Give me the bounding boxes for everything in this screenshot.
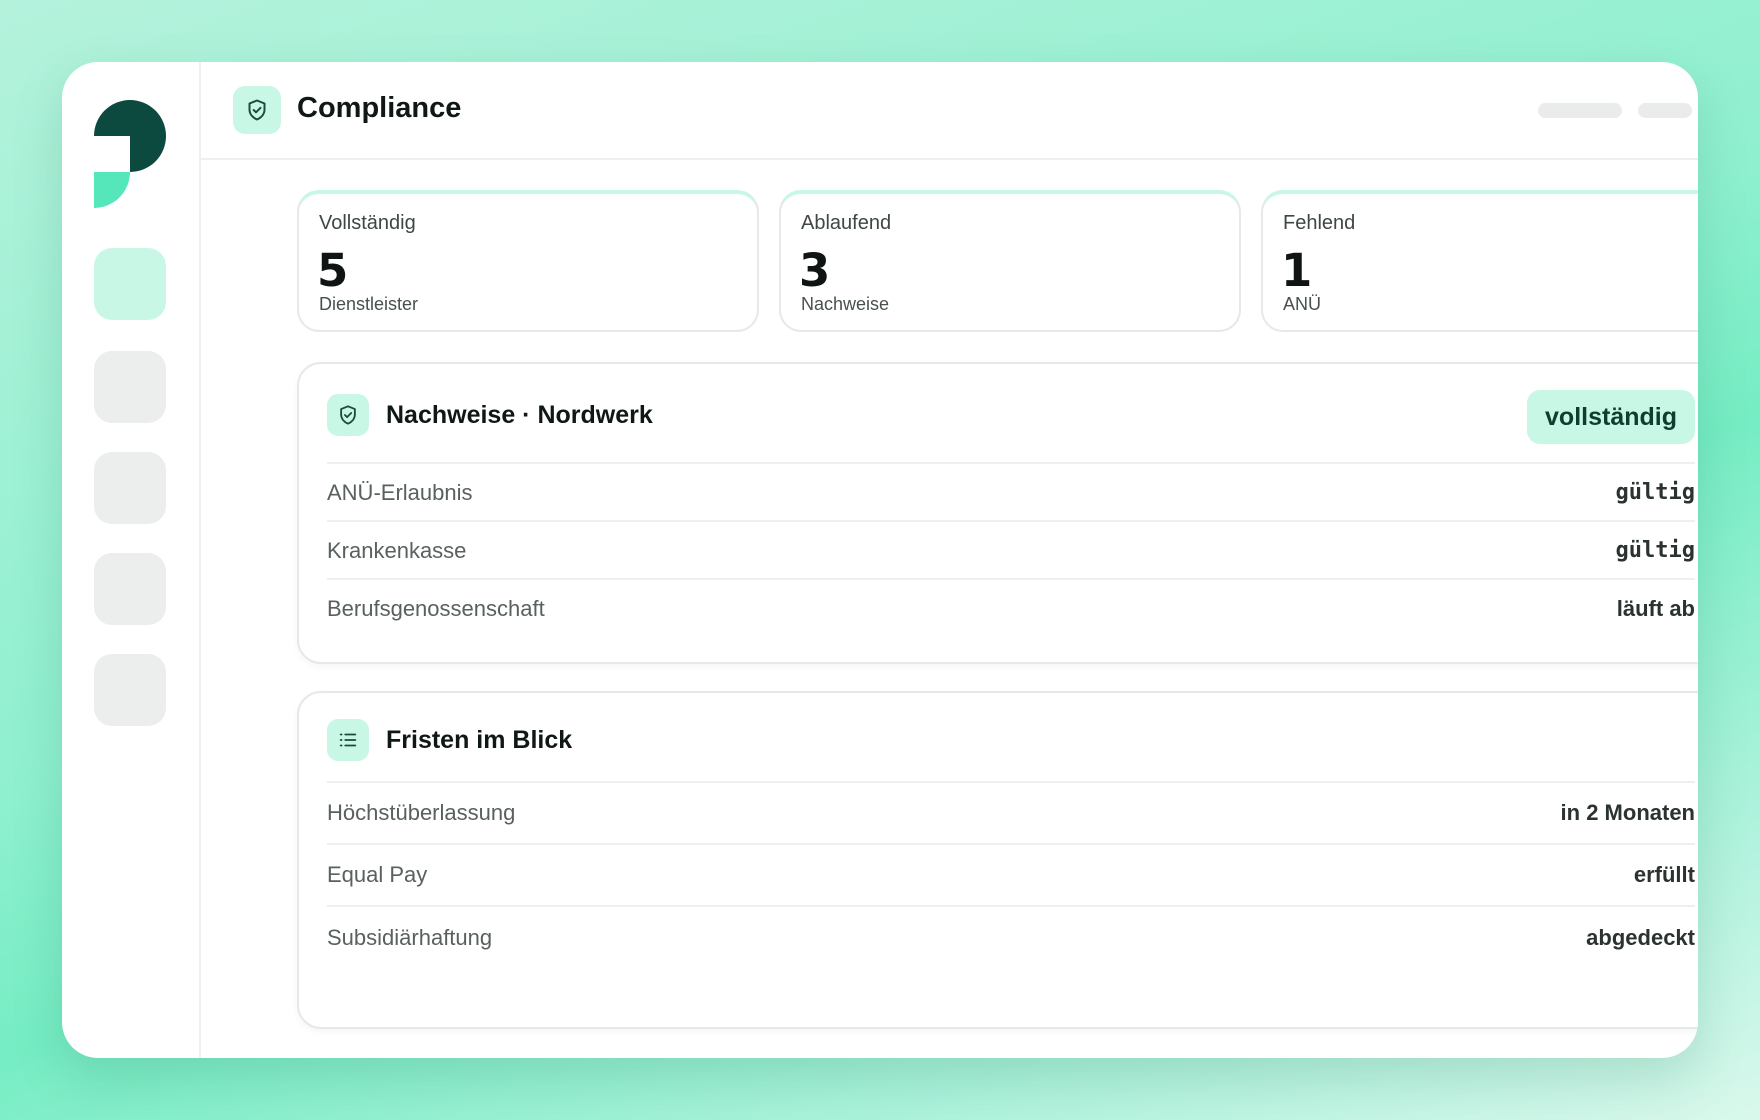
list-item[interactable]: Höchstüberlassung in 2 Monaten: [327, 781, 1695, 845]
row-label: Equal Pay: [327, 862, 428, 887]
page-title: Compliance: [297, 92, 462, 124]
main-content: Compliance Vollständig 5 Dienstleister A…: [201, 62, 1698, 1058]
shield-check-icon: [327, 394, 369, 436]
row-label: Höchstüberlassung: [327, 800, 516, 825]
row-value: in 2 Monaten: [1560, 800, 1695, 825]
status-badge: vollständig: [1527, 390, 1695, 444]
stat-value: 5: [317, 244, 349, 297]
stat-card-missing[interactable]: Fehlend 1 ANÜ: [1261, 190, 1698, 332]
sidebar-item-3[interactable]: [94, 452, 166, 524]
placeholder-pill-1: [1538, 103, 1622, 118]
row-value: erfüllt: [1633, 862, 1695, 887]
app-window: Compliance Vollständig 5 Dienstleister A…: [62, 62, 1698, 1058]
list-item[interactable]: Subsidiärhaftung abgedeckt: [327, 905, 1695, 969]
sidebar-item-2[interactable]: [94, 351, 166, 423]
stat-sub: Dienstleister: [319, 294, 419, 314]
brand-logo[interactable]: [94, 100, 168, 208]
stat-value: 3: [799, 244, 831, 297]
list-item[interactable]: Krankenkasse gültig: [327, 520, 1695, 580]
shield-check-icon: [233, 86, 281, 134]
stat-label: Fehlend: [1283, 212, 1356, 234]
panel-title: Fristen im Blick: [386, 726, 573, 754]
fristen-panel: Fristen im Blick Höchstüberlassung in 2 …: [297, 691, 1698, 1029]
topbar: Compliance: [201, 62, 1698, 160]
list-item[interactable]: ANÜ-Erlaubnis gültig: [327, 462, 1695, 522]
row-value: gültig: [1615, 538, 1695, 563]
list-icon: [327, 719, 369, 761]
row-value: gültig: [1615, 480, 1695, 505]
stat-card-complete[interactable]: Vollständig 5 Dienstleister: [297, 190, 759, 332]
row-value: abgedeckt: [1586, 925, 1695, 950]
nachweise-panel: Nachweise · Nordwerk vollständig ANÜ-Erl…: [297, 362, 1698, 664]
sidebar: [62, 62, 201, 1058]
stat-label: Ablaufend: [801, 212, 892, 234]
stat-sub: Nachweise: [801, 294, 890, 314]
row-label: Berufsgenossenschaft: [327, 596, 545, 621]
row-label: Krankenkasse: [327, 538, 467, 563]
sidebar-item-4[interactable]: [94, 553, 166, 625]
panel-title: Nachweise · Nordwerk: [386, 401, 653, 429]
stat-sub: ANÜ: [1283, 294, 1322, 314]
row-value: läuft ab: [1616, 596, 1695, 621]
stat-card-expiring[interactable]: Ablaufend 3 Nachweise: [779, 190, 1241, 332]
list-item[interactable]: Equal Pay erfüllt: [327, 843, 1695, 907]
list-item[interactable]: Berufsgenossenschaft läuft ab: [327, 578, 1695, 638]
row-label: ANÜ-Erlaubnis: [327, 480, 473, 505]
stat-value: 1: [1281, 244, 1313, 297]
row-label: Subsidiärhaftung: [327, 925, 493, 950]
placeholder-pill-2: [1638, 103, 1692, 118]
sidebar-item-1[interactable]: [94, 248, 166, 320]
stat-label: Vollständig: [319, 212, 416, 234]
sidebar-item-5[interactable]: [94, 654, 166, 726]
